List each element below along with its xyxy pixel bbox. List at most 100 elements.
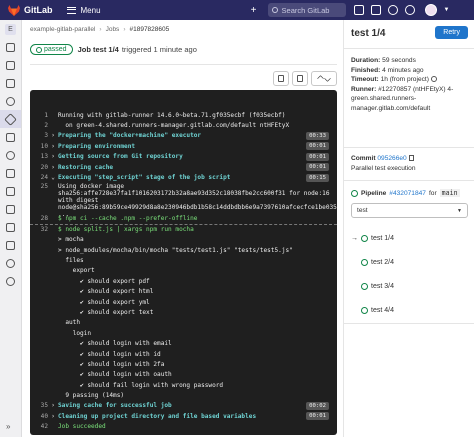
log-line: ✔ should login with email — [30, 338, 337, 348]
log-text: Preparing the "docker+machine" executor — [58, 132, 202, 140]
sidebar-item-packages[interactable] — [0, 200, 21, 218]
sidebar-item-repository[interactable] — [0, 56, 21, 74]
sidebar-item-security[interactable] — [0, 128, 21, 146]
log-section-header[interactable]: 10 › Preparing environment 00:01 — [30, 141, 337, 151]
log-text: > mocha — [58, 236, 84, 244]
gitlab-logo[interactable]: GitLab — [8, 4, 53, 16]
finished-value: 4 minutes ago — [382, 66, 424, 74]
sidebar-item-cicd[interactable] — [0, 110, 21, 128]
log-section-header[interactable]: 3 › Preparing the "docker+machine" executo… — [30, 131, 337, 141]
scroll-buttons[interactable] — [311, 71, 337, 86]
line-number[interactable]: 32 — [30, 226, 48, 233]
log-text: $ npm ci --cache .npm --prefer-offline — [58, 215, 198, 223]
sidebar-item-merge-requests[interactable] — [0, 92, 21, 110]
job-list-item[interactable]: test 2/4 — [351, 250, 469, 274]
line-number[interactable]: 25 — [30, 183, 48, 190]
user-avatar[interactable] — [424, 4, 437, 16]
log-text: ✔ should export yml — [58, 298, 150, 306]
retry-button[interactable]: Retry — [435, 26, 468, 39]
line-number[interactable]: 28 — [30, 215, 48, 222]
sidebar-item-settings[interactable] — [0, 272, 21, 290]
line-number[interactable]: 10 — [30, 143, 48, 150]
chevron-down-icon[interactable]: ▼ — [444, 7, 450, 13]
log-text: ✔ should login with id — [58, 350, 161, 358]
help-icon[interactable] — [404, 5, 415, 15]
log-text: ✔ should export html — [58, 288, 154, 296]
scroll-bottom-icon[interactable] — [323, 74, 332, 83]
section-duration-badge: 00:01 — [306, 152, 329, 161]
log-section-header[interactable]: 24 ⌄ Executing "step_script" stage of the … — [30, 172, 337, 182]
job-list-item[interactable]: test 4/4 — [351, 298, 469, 322]
chevron-icon[interactable]: ⌄ — [48, 174, 58, 181]
current-job-arrow-icon: → — [351, 234, 358, 242]
log-text: ✔ should login with 2fa — [58, 360, 165, 368]
sidebar-item-deployments[interactable] — [0, 146, 21, 164]
chevron-icon[interactable]: › — [48, 143, 58, 150]
erase-log-button[interactable] — [292, 71, 308, 86]
pipeline-for-text: for — [428, 189, 437, 197]
job-details: Duration: 59 seconds Finished: 4 minutes… — [351, 56, 469, 113]
chevron-icon[interactable]: › — [48, 402, 58, 409]
sidebar-project-avatar[interactable]: E — [0, 20, 21, 38]
breadcrumb-job-id[interactable]: #1897828605 — [129, 26, 169, 33]
merge-requests-icon[interactable] — [370, 5, 381, 15]
branch-name[interactable]: main — [439, 189, 460, 197]
chevron-icon[interactable]: › — [48, 164, 58, 171]
line-number[interactable]: 3 — [30, 132, 48, 139]
triggered-text: triggered 1 minute ago — [121, 45, 197, 54]
collapse-sidebar-button[interactable]: » — [6, 422, 10, 431]
line-number[interactable]: 13 — [30, 153, 48, 160]
log-text: ✔ should fail login with wrong password — [58, 381, 224, 389]
sidebar-item-snippets[interactable] — [0, 254, 21, 272]
log-section-header[interactable]: 20 › Restoring cache 00:01 — [30, 162, 337, 172]
line-number[interactable]: 40 — [30, 413, 48, 420]
sidebar-item-issues[interactable] — [0, 74, 21, 92]
job-list-item[interactable]: test 3/4 — [351, 274, 469, 298]
sidebar-item-analytics[interactable] — [0, 218, 21, 236]
raw-log-button[interactable] — [273, 71, 289, 86]
line-number[interactable]: 35 — [30, 402, 48, 409]
job-list-label: test 3/4 — [371, 282, 394, 290]
breadcrumb-project[interactable]: example-gitlab-parallel — [30, 26, 95, 33]
job-list-item[interactable]: → test 1/4 — [351, 226, 469, 250]
chevron-icon[interactable]: › — [48, 413, 58, 420]
pipeline-info: Pipeline #432071847 for main — [351, 189, 460, 197]
log-text: $ node split.js | xargs npm run mocha — [58, 226, 194, 234]
breadcrumb-jobs[interactable]: Jobs — [106, 26, 120, 33]
pipeline-link[interactable]: #432071847 — [389, 190, 426, 197]
project-initial: E — [5, 23, 16, 35]
package-icon — [6, 204, 15, 214]
copy-icon[interactable] — [408, 155, 414, 162]
sidebar-item-wiki[interactable] — [0, 236, 21, 254]
log-section-header[interactable]: 40 › Cleaning up project directory and fil… — [30, 411, 337, 421]
log-section-header[interactable]: 13 › Getting source from Git repository 00:… — [30, 152, 337, 162]
line-number[interactable]: 24 — [30, 174, 48, 181]
log-line: login — [30, 328, 337, 338]
stage-select[interactable]: test ▼ — [351, 203, 468, 218]
commit-message: Parallel test execution — [351, 164, 416, 172]
help-icon[interactable] — [430, 76, 437, 83]
line-number[interactable]: 1 — [30, 112, 48, 119]
sidebar-item-infrastructure[interactable] — [0, 182, 21, 200]
line-number[interactable]: 20 — [30, 164, 48, 171]
todo-icon[interactable] — [387, 5, 398, 15]
log-text: Preparing environment — [58, 142, 136, 150]
menu-button[interactable]: Menu — [66, 6, 101, 15]
new-item-button[interactable]: + — [246, 5, 262, 16]
chevron-icon[interactable]: › — [48, 132, 58, 139]
sidebar-item-project-info[interactable] — [0, 38, 21, 56]
section-duration-badge: 00:01 — [306, 412, 329, 421]
divider — [344, 180, 474, 181]
runner-label: Runner: — [351, 85, 377, 93]
sidebar-item-monitor[interactable] — [0, 164, 21, 182]
monitor-icon — [6, 168, 15, 178]
commit-sha-link[interactable]: 095266e0 — [377, 155, 406, 162]
chevron-icon[interactable]: › — [48, 153, 58, 160]
scroll-top-icon[interactable] — [316, 74, 325, 83]
search-input[interactable]: Search GitLab — [267, 3, 346, 17]
log-section-header[interactable]: 35 › Saving cache for successful job 00:02 — [30, 401, 337, 411]
issues-icon[interactable] — [353, 5, 364, 15]
line-number[interactable]: 2 — [30, 122, 48, 129]
line-number[interactable]: 42 — [30, 423, 48, 430]
log-text: Restoring cache — [58, 163, 114, 171]
